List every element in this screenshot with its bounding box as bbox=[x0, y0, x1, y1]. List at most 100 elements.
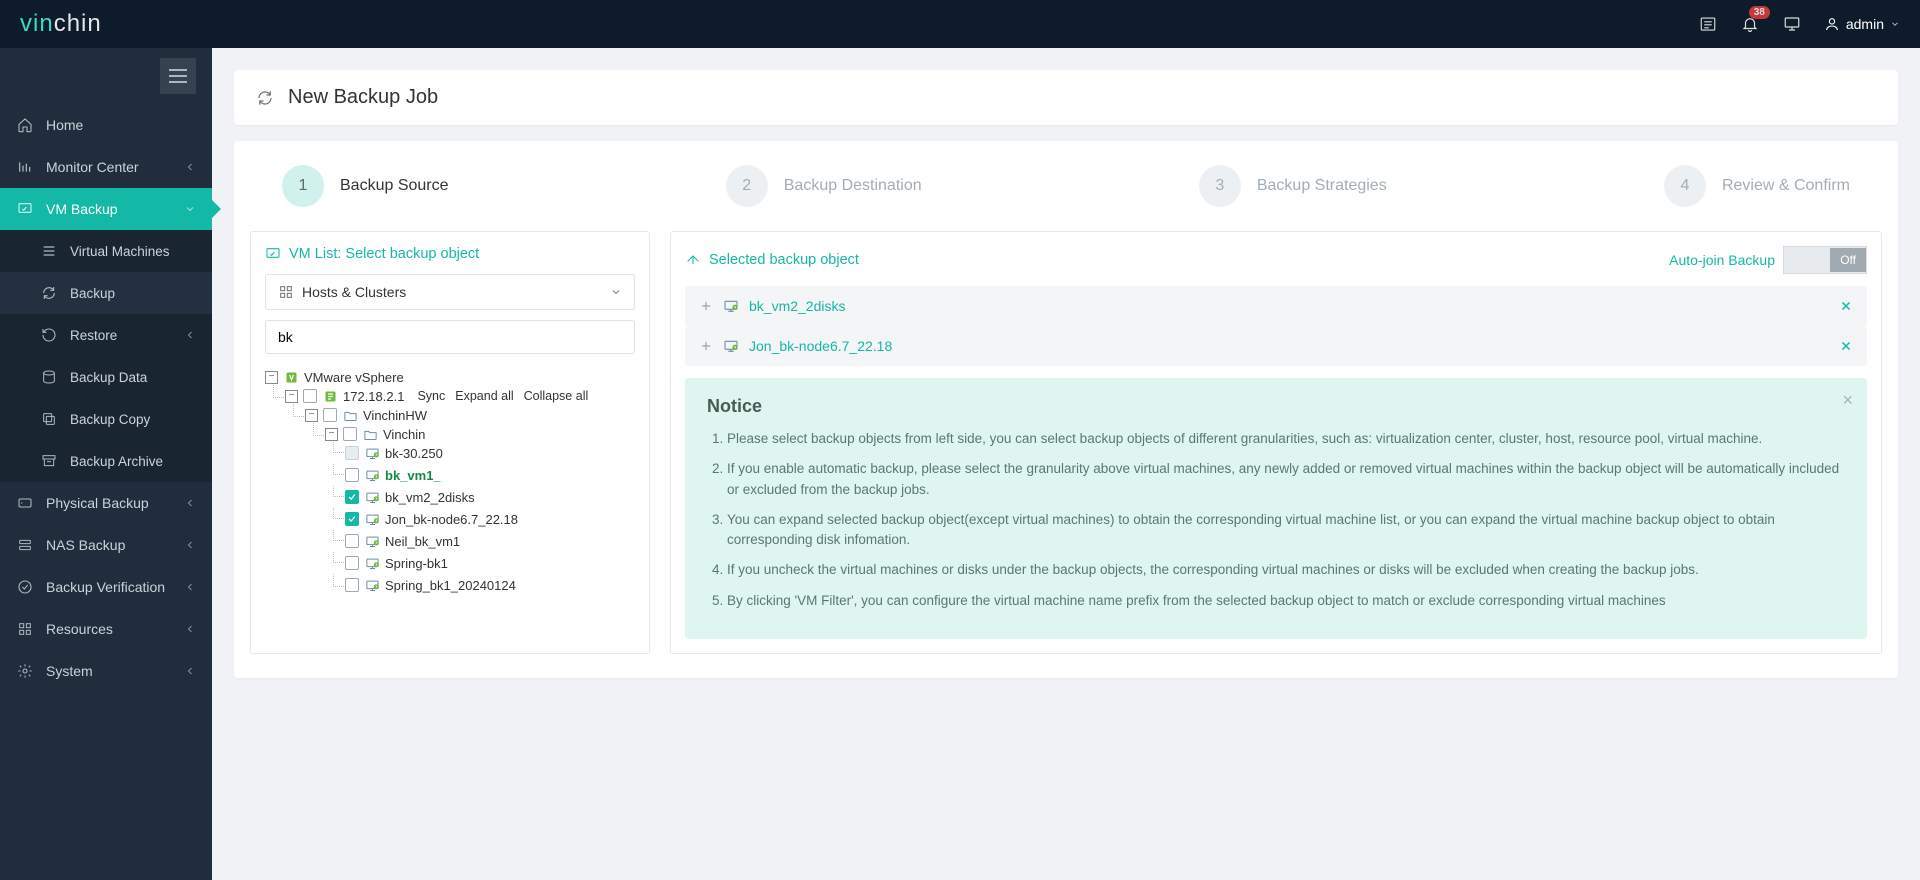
reload-icon bbox=[40, 284, 58, 302]
sidebar-item-label: VM Backup bbox=[46, 201, 172, 217]
tree-checkbox[interactable] bbox=[345, 468, 359, 482]
notice-item: Please select backup objects from left s… bbox=[727, 429, 1845, 449]
sidebar-sub-backup[interactable]: Backup bbox=[0, 272, 212, 314]
tree-action-expand-all[interactable]: Expand all bbox=[455, 389, 513, 403]
tree-checkbox[interactable] bbox=[303, 389, 317, 403]
user-name: admin bbox=[1846, 16, 1884, 32]
sidebar-item-physical-backup[interactable]: Physical Backup bbox=[0, 482, 212, 524]
tree-node-label[interactable]: Spring-bk1 bbox=[385, 556, 448, 571]
sidebar-item-home[interactable]: Home bbox=[0, 104, 212, 146]
tree-node-label[interactable]: bk_vm1_ bbox=[385, 468, 441, 483]
vm-search-input[interactable] bbox=[265, 320, 635, 354]
tree-node-label[interactable]: 172.18.2.1 bbox=[343, 389, 404, 404]
list-icon[interactable] bbox=[1698, 14, 1718, 34]
expand-icon[interactable] bbox=[699, 299, 713, 313]
view-dropdown[interactable]: Hosts & Clusters bbox=[265, 274, 635, 310]
sidebar-item-nas-backup[interactable]: NAS Backup bbox=[0, 524, 212, 566]
tree-node-label[interactable]: VMware vSphere bbox=[304, 370, 404, 385]
sidebar-item-vm-backup[interactable]: VM Backup bbox=[0, 188, 212, 230]
notifications-icon[interactable]: 38 bbox=[1740, 14, 1760, 34]
tree-node-label[interactable]: Spring_bk1_20240124 bbox=[385, 578, 516, 593]
tree-collapse-toggle[interactable]: − bbox=[265, 371, 278, 384]
toggle-off-label: Off bbox=[1830, 248, 1866, 272]
selected-item: bk_vm2_2disks bbox=[685, 286, 1867, 326]
sidebar-item-resources[interactable]: Resources bbox=[0, 608, 212, 650]
tree-checkbox[interactable] bbox=[343, 427, 357, 441]
nas-icon bbox=[16, 536, 34, 554]
copy-icon bbox=[40, 410, 58, 428]
remove-icon[interactable] bbox=[1839, 339, 1853, 353]
gear-icon bbox=[16, 662, 34, 680]
tree-checkbox[interactable] bbox=[345, 534, 359, 548]
sidebar-item-label: Monitor Center bbox=[46, 159, 172, 175]
reload-icon bbox=[256, 89, 274, 107]
sidebar-item-label: NAS Backup bbox=[46, 537, 172, 553]
sidebar-item-backup-verification[interactable]: Backup Verification bbox=[0, 566, 212, 608]
tree-checkbox[interactable] bbox=[345, 512, 359, 526]
monitor-icon[interactable] bbox=[1782, 14, 1802, 34]
step-label: Backup Source bbox=[340, 177, 449, 195]
sidebar-item-monitor[interactable]: Monitor Center bbox=[0, 146, 212, 188]
topbar: vinchin 38 admin bbox=[0, 0, 1920, 48]
tree-node-label[interactable]: bk_vm2_2disks bbox=[385, 490, 475, 505]
sidebar-sub-backup-archive[interactable]: Backup Archive bbox=[0, 440, 212, 482]
host-icon bbox=[322, 388, 338, 404]
grid-icon bbox=[278, 284, 294, 300]
sidebar-item-label: Backup Copy bbox=[70, 412, 196, 427]
vm-icon bbox=[364, 555, 380, 571]
chevron-left-icon bbox=[184, 497, 196, 509]
step-number: 3 bbox=[1199, 165, 1241, 207]
step-3[interactable]: 3 Backup Strategies bbox=[1199, 165, 1387, 207]
tree-collapse-toggle[interactable]: − bbox=[305, 409, 318, 422]
sidebar-item-label: System bbox=[46, 663, 172, 679]
vm-icon bbox=[723, 298, 739, 314]
vm-icon bbox=[364, 467, 380, 483]
sidebar-item-label: Home bbox=[46, 117, 196, 133]
step-label: Review & Confirm bbox=[1722, 177, 1850, 195]
expand-icon[interactable] bbox=[699, 339, 713, 353]
tree-action-collapse-all[interactable]: Collapse all bbox=[524, 389, 589, 403]
tree-checkbox[interactable] bbox=[345, 446, 359, 460]
restore-icon bbox=[40, 326, 58, 344]
tree-node-label[interactable]: Neil_bk_vm1 bbox=[385, 534, 460, 549]
tree-action-sync[interactable]: Sync bbox=[417, 389, 445, 403]
vm-icon bbox=[364, 489, 380, 505]
tree-node-label[interactable]: bk-30.250 bbox=[385, 446, 443, 461]
sidebar-item-system[interactable]: System bbox=[0, 650, 212, 692]
tree-node-label[interactable]: VinchinHW bbox=[363, 408, 427, 423]
home-icon bbox=[16, 116, 34, 134]
remove-icon[interactable] bbox=[1839, 299, 1853, 313]
tree-checkbox[interactable] bbox=[345, 490, 359, 504]
step-label: Backup Destination bbox=[784, 177, 922, 195]
user-menu[interactable]: admin bbox=[1824, 16, 1900, 32]
vcenter-icon bbox=[283, 369, 299, 385]
tree-checkbox[interactable] bbox=[323, 408, 337, 422]
brand-logo: vinchin bbox=[20, 10, 102, 38]
tree-collapse-toggle[interactable]: − bbox=[325, 428, 338, 441]
wizard-steps: 1 Backup Source 2 Backup Destination 3 B… bbox=[234, 141, 1898, 231]
sidebar-toggle[interactable] bbox=[160, 58, 196, 94]
sidebar-sub-restore[interactable]: Restore bbox=[0, 314, 212, 356]
tree-collapse-toggle[interactable]: − bbox=[285, 390, 298, 403]
step-1[interactable]: 1 Backup Source bbox=[282, 165, 449, 207]
vm-icon bbox=[723, 338, 739, 354]
sidebar-sub-virtual-machines[interactable]: Virtual Machines bbox=[0, 230, 212, 272]
sidebar-sub-backup-data[interactable]: Backup Data bbox=[0, 356, 212, 398]
tree-node-label[interactable]: Jon_bk-node6.7_22.18 bbox=[385, 512, 518, 527]
step-label: Backup Strategies bbox=[1257, 177, 1387, 195]
sidebar-sub-backup-copy[interactable]: Backup Copy bbox=[0, 398, 212, 440]
notice-box: × Notice Please select backup objects fr… bbox=[685, 378, 1867, 639]
step-2[interactable]: 2 Backup Destination bbox=[726, 165, 922, 207]
step-number: 4 bbox=[1664, 165, 1706, 207]
tree-checkbox[interactable] bbox=[345, 578, 359, 592]
tree-checkbox[interactable] bbox=[345, 556, 359, 570]
notice-close-icon[interactable]: × bbox=[1842, 390, 1853, 411]
folder-icon bbox=[342, 407, 358, 423]
folder-icon bbox=[362, 426, 378, 442]
autojoin-toggle[interactable]: Off bbox=[1783, 246, 1867, 274]
chevron-left-icon bbox=[184, 623, 196, 635]
step-4[interactable]: 4 Review & Confirm bbox=[1664, 165, 1850, 207]
tree-node-label[interactable]: Vinchin bbox=[383, 427, 425, 442]
notice-item: If you uncheck the virtual machines or d… bbox=[727, 560, 1845, 580]
disk-icon bbox=[16, 494, 34, 512]
